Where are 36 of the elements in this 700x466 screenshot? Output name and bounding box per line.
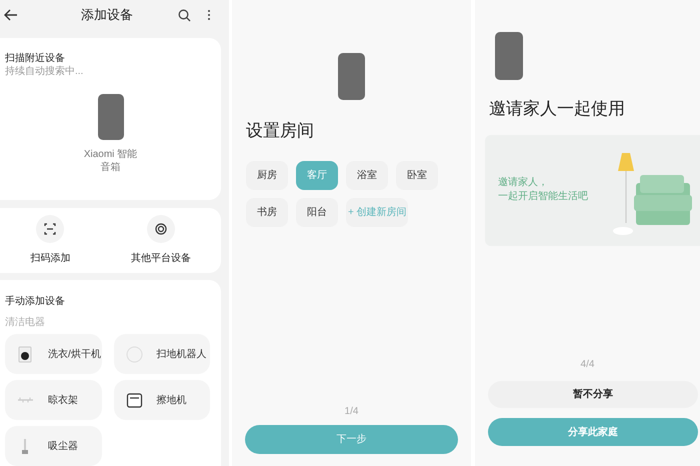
room-chip[interactable]: 浴室 bbox=[346, 160, 388, 190]
device-name[interactable]: Xiaomi 智能音箱 bbox=[80, 148, 140, 174]
target-icon bbox=[152, 221, 169, 238]
quick-add-button[interactable]: 其他平台设备 bbox=[130, 215, 191, 266]
screen-title: 邀请家人一起使用 bbox=[489, 98, 626, 120]
washer-icon bbox=[17, 346, 34, 362]
step-indicator: 1/4 bbox=[344, 405, 360, 419]
invite-text: 邀请家人， 一起开启智能生活吧 bbox=[498, 176, 588, 204]
search-status: 持续自动搜索中... bbox=[5, 66, 84, 78]
search-icon[interactable] bbox=[178, 8, 191, 22]
device-type-button[interactable]: 擦地机 bbox=[114, 380, 210, 420]
speaker-photo bbox=[338, 53, 365, 100]
device-type-button[interactable]: 吸尘器 bbox=[5, 426, 102, 466]
device-type-button[interactable]: 扫地机器人 bbox=[114, 334, 210, 374]
floor-mop-icon bbox=[126, 392, 142, 408]
room-chip[interactable]: 阳台 bbox=[296, 198, 338, 226]
quick-add-button[interactable]: 扫码添加 bbox=[30, 215, 70, 266]
skip-share-button[interactable]: 暂不分享 bbox=[488, 381, 698, 408]
room-chip[interactable]: 厨房 bbox=[246, 160, 288, 190]
step-indicator: 4/4 bbox=[580, 358, 596, 372]
back-arrow-icon[interactable] bbox=[4, 9, 18, 21]
drying-rack-icon bbox=[17, 397, 34, 403]
room-chip[interactable]: 卧室 bbox=[396, 160, 438, 190]
speaker-photo bbox=[98, 94, 124, 140]
section-title: 手动添加设备 bbox=[5, 294, 66, 309]
robot-vacuum-icon bbox=[126, 346, 142, 362]
scan-icon bbox=[42, 221, 58, 238]
section-title: 扫描附近设备 bbox=[5, 52, 66, 66]
more-menu-icon[interactable] bbox=[207, 9, 211, 21]
device-type-button[interactable]: 晾衣架 bbox=[5, 380, 102, 420]
room-chip[interactable]: 书房 bbox=[246, 198, 288, 226]
speaker-photo bbox=[495, 32, 523, 80]
screen-title: 设置房间 bbox=[246, 120, 315, 142]
category-label: 清洁电器 bbox=[5, 316, 46, 330]
screen-title: 添加设备 bbox=[80, 6, 134, 24]
device-type-button[interactable]: 洗衣/烘干机 bbox=[5, 334, 102, 374]
